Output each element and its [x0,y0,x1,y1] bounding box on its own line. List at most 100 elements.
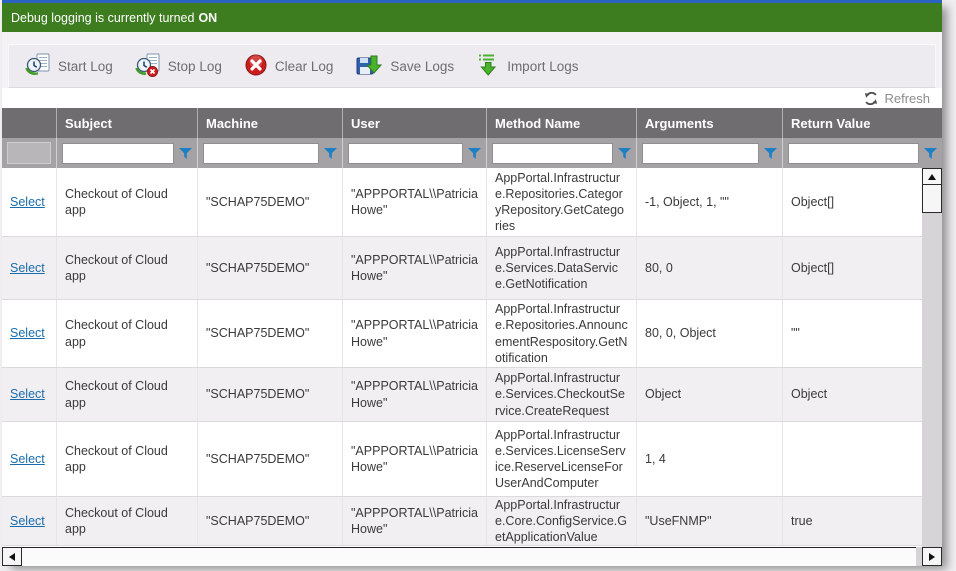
return-value-cell: true [783,497,922,545]
arguments-cell: "UseFNMP" [637,497,783,545]
debug-log-window: Debug logging is currently turned ON Sta… [2,0,942,566]
stop-log-icon [135,53,161,80]
stop-log-button[interactable]: Stop Log [127,45,236,87]
arguments-cell: Object [637,368,783,421]
scroll-left-button[interactable] [2,547,22,566]
machine-cell: "SCHAP75DEMO" [198,168,343,236]
save-logs-label: Save Logs [390,59,454,74]
start-log-icon [25,53,51,80]
select-cell: Select [2,422,57,496]
arguments-cell: 80, 0, Object [637,300,783,367]
filter-input-method-name[interactable] [492,143,613,164]
log-grid: Subject Machine User Method Name Argumen… [2,108,942,566]
table-row: Select Checkout of Cloud app "SCHAP75DEM… [2,300,922,368]
machine-cell: "SCHAP75DEMO" [198,237,343,299]
filter-row [2,138,942,168]
import-logs-label: Import Logs [507,59,578,74]
machine-cell: "SCHAP75DEMO" [198,497,343,545]
vertical-scroll-thumb[interactable] [922,185,942,213]
save-logs-icon [355,53,383,80]
horizontal-scroll-thumb[interactable] [22,547,916,566]
return-value-cell: Object [783,368,922,421]
header-select [2,108,57,138]
filter-funnel-icon[interactable] [924,148,937,159]
return-value-cell: Object[] [783,237,922,299]
select-cell: Select [2,497,57,545]
scroll-right-button[interactable] [922,547,942,566]
header-return-value: Return Value [783,108,942,138]
table-row: Select Checkout of Cloud app "SCHAP75DEM… [2,237,922,300]
filter-cell-machine [198,138,343,168]
clear-log-button[interactable]: Clear Log [236,45,348,87]
status-message: Debug logging is currently turned [11,11,194,25]
select-link[interactable]: Select [10,386,45,402]
arguments-cell: 80, 0 [637,237,783,299]
up-arrow-icon [928,174,936,180]
select-link[interactable]: Select [10,260,45,276]
table-body: Select Checkout of Cloud app "SCHAP75DEM… [2,168,922,547]
user-cell: "APPPORTAL\\PatriciaHowe" [343,237,487,299]
select-cell: Select [2,368,57,421]
table-row: Select Checkout of Cloud app "SCHAP75DEM… [2,168,922,237]
subject-cell: Checkout of Cloud app [57,422,198,496]
user-cell: "APPPORTAL\\PatriciaHowe" [343,497,487,545]
filter-input-subject[interactable] [62,143,174,164]
save-logs-button[interactable]: Save Logs [347,45,468,87]
table-row: Select Checkout of Cloud app "SCHAP75DEM… [2,422,922,497]
filter-funnel-icon[interactable] [179,148,192,159]
scroll-up-button[interactable] [922,168,942,185]
grid-header: Subject Machine User Method Name Argumen… [2,108,942,138]
vertical-scrollbar[interactable] [922,168,942,547]
select-link[interactable]: Select [10,451,45,467]
return-value-cell [783,422,922,496]
subject-cell: Checkout of Cloud app [57,237,198,299]
select-cell: Select [2,237,57,299]
refresh-button[interactable]: Refresh [884,91,930,106]
return-value-cell: Object[] [783,168,922,236]
arguments-cell: -1, Object, 1, "" [637,168,783,236]
filter-input-arguments[interactable] [642,143,759,164]
method-name-cell: AppPortal.Infrastructure.Repositories.Ca… [487,168,637,236]
select-link[interactable]: Select [10,513,45,529]
table-row: Select Checkout of Cloud app "SCHAP75DEM… [2,368,922,422]
select-cell: Select [2,300,57,367]
user-cell: "APPPORTAL\\PatriciaHowe" [343,300,487,367]
header-method-name: Method Name [487,108,637,138]
start-log-button[interactable]: Start Log [17,45,127,87]
method-name-cell: AppPortal.Infrastructure.Repositories.An… [487,300,637,367]
status-bar: Debug logging is currently turned ON [2,3,942,32]
refresh-icon[interactable] [864,92,878,105]
clear-log-label: Clear Log [275,59,334,74]
data-area: Select Checkout of Cloud app "SCHAP75DEM… [2,168,942,547]
filter-funnel-icon[interactable] [468,148,481,159]
select-link[interactable]: Select [10,194,45,210]
subject-cell: Checkout of Cloud app [57,497,198,545]
horizontal-scrollbar[interactable] [2,547,942,566]
user-cell: "APPPORTAL\\PatriciaHowe" [343,422,487,496]
filter-funnel-icon[interactable] [324,148,337,159]
select-link[interactable]: Select [10,325,45,341]
filter-input-return-value[interactable] [788,143,919,164]
select-cell: Select [2,168,57,236]
user-cell: "APPPORTAL\\PatriciaHowe" [343,168,487,236]
return-value-cell: "" [783,300,922,367]
status-state: ON [198,11,217,25]
header-machine: Machine [198,108,343,138]
filter-cell-arguments [637,138,783,168]
filter-cell-method-name [487,138,637,168]
toolbar: Start Log Stop Log [8,44,936,88]
filter-cell-empty [2,138,57,168]
method-name-cell: AppPortal.Infrastructure.Core.ConfigServ… [487,497,637,545]
refresh-strip: Refresh [2,88,942,108]
right-arrow-icon [929,553,935,561]
import-logs-button[interactable]: Import Logs [468,45,592,87]
filter-input-machine[interactable] [203,143,319,164]
subject-cell: Checkout of Cloud app [57,168,198,236]
filter-funnel-icon[interactable] [618,148,631,159]
start-log-label: Start Log [58,59,113,74]
method-name-cell: AppPortal.Infrastructure.Services.Checko… [487,368,637,421]
filter-funnel-icon[interactable] [764,148,777,159]
filter-input-user[interactable] [348,143,463,164]
stop-log-label: Stop Log [168,59,222,74]
filter-cell-return-value [783,138,942,168]
